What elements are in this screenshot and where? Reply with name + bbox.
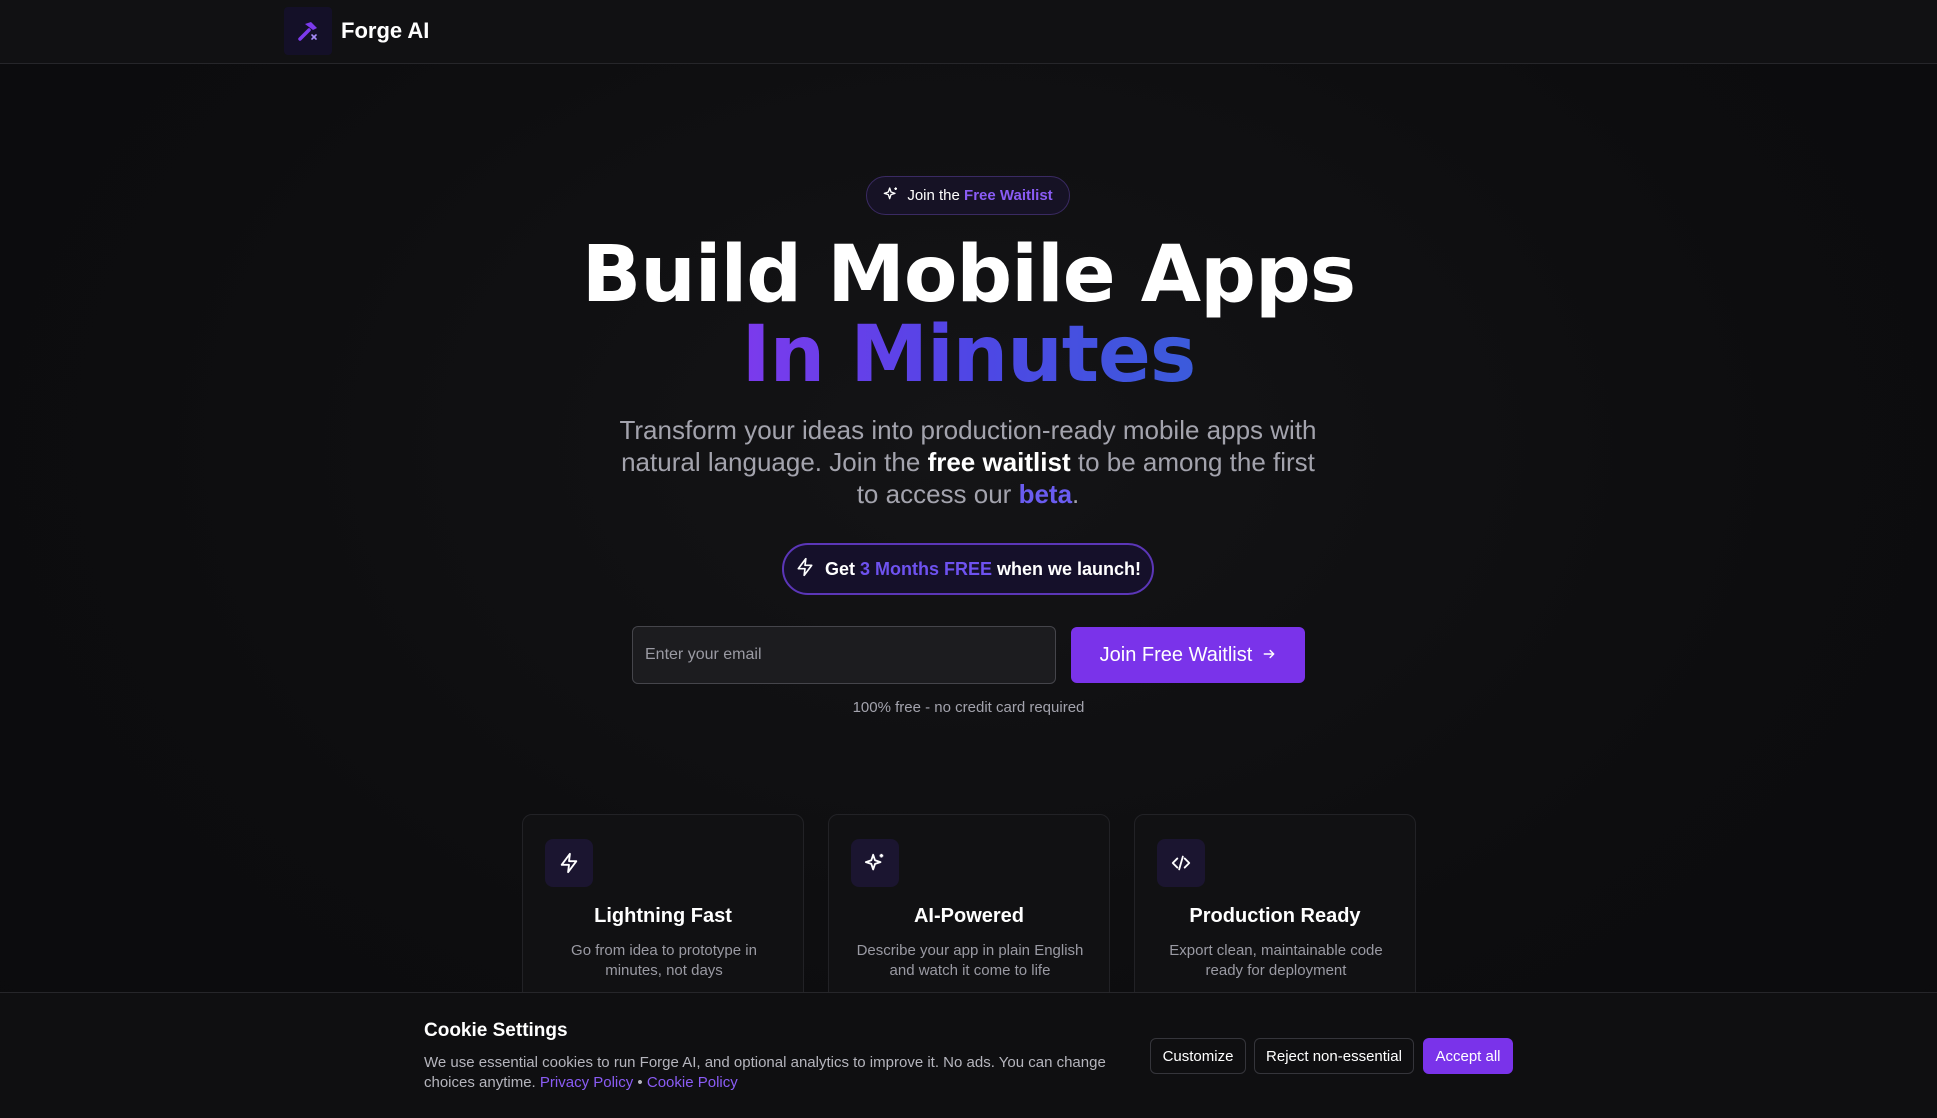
lightning-icon	[545, 839, 593, 887]
headline-line1: Build Mobile Apps	[581, 230, 1356, 320]
privacy-policy-link[interactable]: Privacy Policy	[540, 1074, 633, 1091]
feature-desc: Describe your app in plain English and w…	[856, 942, 1084, 979]
hero-subtitle: Transform your ideas into production-rea…	[619, 415, 1317, 509]
waitlist-badge: Join the Free Waitlist	[866, 176, 1070, 215]
reject-non-essential-button[interactable]: Reject non-essential	[1254, 1038, 1414, 1074]
badge-accent: Free Waitlist	[964, 187, 1053, 204]
sparkles-icon	[883, 186, 899, 206]
brand-link[interactable]: Forge AI	[284, 7, 429, 55]
promo-suffix: when we launch!	[997, 558, 1142, 579]
waitlist-note: 100% free - no credit card required	[852, 699, 1085, 716]
feature-card-lightning: Lightning Fast Go from idea to prototype…	[522, 814, 804, 1014]
cookie-banner: Cookie Settings We use essential cookies…	[0, 992, 1937, 1118]
promo-accent: 3 Months FREE	[859, 558, 992, 579]
feature-desc: Export clean, maintainable code ready fo…	[1169, 942, 1383, 979]
feature-title: Lightning Fast	[594, 905, 732, 927]
accept-all-button[interactable]: Accept all	[1423, 1038, 1513, 1074]
sparkles-icon	[851, 839, 899, 887]
feature-title: AI-Powered	[913, 905, 1025, 927]
headline-line2: In Minutes	[741, 310, 1197, 400]
cookie-policy-link[interactable]: Cookie Policy	[647, 1074, 738, 1091]
email-input[interactable]	[632, 626, 1056, 684]
lightning-icon	[795, 557, 815, 582]
feature-desc: Go from idea to prototype in minutes, no…	[571, 942, 757, 979]
code-icon	[1157, 839, 1205, 887]
beta-emphasis: beta	[1018, 479, 1073, 509]
cookie-text: We use essential cookies to run Forge AI…	[424, 1054, 1106, 1091]
join-waitlist-button[interactable]: Join Free Waitlist	[1071, 627, 1305, 683]
hammer-icon	[284, 7, 332, 55]
promo-prefix: Get	[824, 558, 855, 579]
badge-prefix: Join the	[907, 187, 960, 204]
feature-card-ai: AI-Powered Describe your app in plain En…	[828, 814, 1110, 1014]
customize-button[interactable]: Customize	[1150, 1038, 1246, 1074]
arrow-right-icon	[1262, 644, 1276, 667]
navbar: Forge AI	[0, 0, 1937, 64]
brand-name: Forge AI	[341, 18, 430, 43]
feature-title: Production Ready	[1189, 905, 1361, 927]
cookie-title: Cookie Settings	[424, 1020, 568, 1041]
feature-card-production: Production Ready Export clean, maintaina…	[1134, 814, 1416, 1014]
free-waitlist-emphasis: free waitlist	[927, 447, 1071, 477]
promo-badge: Get 3 Months FREE when we launch!	[782, 543, 1154, 595]
